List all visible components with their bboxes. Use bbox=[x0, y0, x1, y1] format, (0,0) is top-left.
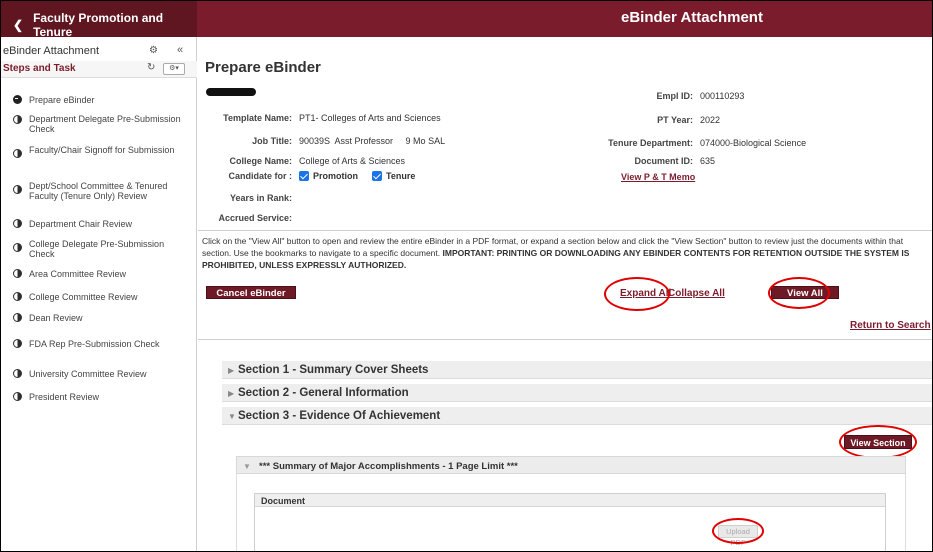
checkbox-checked-icon bbox=[372, 171, 382, 181]
divider bbox=[198, 339, 932, 340]
app-title: eBinder Attachment bbox=[621, 9, 763, 26]
divider bbox=[198, 230, 932, 231]
step-status-icon bbox=[13, 392, 22, 401]
pt-year-label: PT Year: bbox=[657, 115, 693, 125]
job-title-value: 90039S Asst Professor 9 Mo SAL bbox=[299, 136, 446, 146]
chevron-left-icon: ❮ bbox=[13, 18, 24, 32]
left-panel-header: eBinder Attachment ⚙ « bbox=[1, 43, 197, 59]
step-item[interactable]: College Delegate Pre-Submission Check bbox=[29, 239, 189, 259]
step-status-icon bbox=[13, 292, 22, 301]
redacted-name bbox=[206, 88, 256, 96]
pt-year-value: 2022 bbox=[700, 115, 721, 125]
step-item[interactable]: Faculty/Chair Signoff for Submission bbox=[29, 145, 189, 155]
annotation-circle bbox=[604, 277, 670, 311]
accrued-service-label: Accrued Service: bbox=[218, 213, 292, 223]
section-3-header[interactable]: ▼ Section 3 - Evidence Of Achievement bbox=[222, 407, 932, 425]
step-status-icon bbox=[13, 243, 22, 252]
template-name-value: PT1- Colleges of Arts and Sciences bbox=[299, 113, 441, 123]
document-id-value: 635 bbox=[700, 156, 716, 166]
step-status-icon bbox=[13, 185, 22, 194]
promotion-checkbox[interactable]: Promotion bbox=[299, 171, 358, 181]
page-title: Prepare eBinder bbox=[205, 59, 321, 76]
checkbox-checked-icon bbox=[299, 171, 309, 181]
view-memo-link[interactable]: View P & T Memo bbox=[621, 172, 695, 182]
step-item[interactable]: Dean Review bbox=[29, 313, 189, 323]
subsection-header[interactable]: ▼ *** Summary of Major Accomplishments -… bbox=[236, 456, 906, 474]
promotion-label: Promotion bbox=[313, 171, 358, 181]
step-item[interactable]: Dept/School Committee & Tenured Faculty … bbox=[29, 181, 189, 201]
back-label: Faculty Promotion and Tenure bbox=[33, 11, 164, 39]
back-button[interactable]: ❮ Faculty Promotion and Tenure bbox=[13, 11, 197, 39]
current-step-icon bbox=[13, 95, 22, 104]
job-title-label: Job Title: bbox=[252, 136, 292, 146]
step-item[interactable]: FDA Rep Pre-Submission Check bbox=[29, 339, 189, 349]
steps-title: Steps and Task bbox=[3, 63, 76, 74]
cancel-ebinder-button[interactable]: Cancel eBinder bbox=[206, 286, 296, 299]
annotation-circle bbox=[768, 277, 830, 309]
step-item[interactable]: Department Delegate Pre-Submission Check bbox=[29, 114, 189, 134]
section-title: Section 2 - General Information bbox=[238, 387, 409, 399]
collapse-panel-icon[interactable]: « bbox=[177, 44, 183, 56]
steps-header: Steps and Task ↻ ⚙▾ bbox=[1, 61, 197, 78]
section-title: Section 1 - Summary Cover Sheets bbox=[238, 364, 429, 376]
step-item[interactable]: Area Committee Review bbox=[29, 269, 189, 279]
step-item[interactable]: University Committee Review bbox=[29, 369, 189, 379]
annotation-circle bbox=[712, 518, 764, 544]
annotation-circle bbox=[839, 425, 917, 459]
collapse-all-link[interactable]: Collapse All bbox=[668, 288, 725, 299]
step-item[interactable]: President Review bbox=[29, 392, 189, 402]
step-status-icon bbox=[13, 269, 22, 278]
years-in-rank-label: Years in Rank: bbox=[229, 193, 292, 203]
instruction-notice: Click on the "View All" button to open a… bbox=[202, 235, 922, 271]
tenure-dept-label: Tenure Department: bbox=[608, 138, 693, 148]
top-header: ❮ Faculty Promotion and Tenure eBinder A… bbox=[1, 1, 932, 39]
empl-id-value: 000110293 bbox=[700, 91, 745, 101]
step-status-icon bbox=[13, 219, 22, 228]
left-panel: eBinder Attachment ⚙ « Steps and Task ↻ … bbox=[1, 37, 197, 551]
tenure-label: Tenure bbox=[386, 171, 416, 181]
step-status-icon bbox=[13, 339, 22, 348]
step-item[interactable]: College Committee Review bbox=[29, 292, 189, 302]
subsection-title: *** Summary of Major Accomplishments - 1… bbox=[259, 461, 518, 472]
collapse-arrow-icon: ▼ bbox=[228, 412, 236, 421]
tenure-dept-value: 074000-Biological Science bbox=[700, 138, 807, 148]
expand-arrow-icon: ▶ bbox=[228, 389, 235, 398]
collapse-arrow-icon: ▼ bbox=[243, 462, 251, 471]
back-region: ❮ Faculty Promotion and Tenure bbox=[1, 1, 197, 39]
college-name-value: College of Arts & Sciences bbox=[299, 156, 406, 166]
app-window: ❮ Faculty Promotion and Tenure eBinder A… bbox=[0, 0, 933, 552]
step-status-icon bbox=[13, 149, 22, 158]
gear-icon[interactable]: ⚙ bbox=[149, 45, 158, 56]
step-status-icon bbox=[13, 115, 22, 124]
empl-id-label: Empl ID: bbox=[656, 91, 693, 101]
return-to-search-link[interactable]: Return to Search bbox=[850, 320, 931, 331]
tenure-checkbox[interactable]: Tenure bbox=[372, 171, 415, 181]
college-name-label: College Name: bbox=[229, 156, 292, 166]
refresh-icon[interactable]: ↻ bbox=[147, 62, 155, 73]
step-item[interactable]: Department Chair Review bbox=[29, 219, 189, 229]
section-title: Section 3 - Evidence Of Achievement bbox=[238, 410, 441, 422]
template-name-label: Template Name: bbox=[223, 113, 292, 123]
section-2-header[interactable]: ▶ Section 2 - General Information bbox=[222, 384, 932, 402]
document-column-header: Document bbox=[261, 496, 306, 506]
document-grid: Document bbox=[254, 493, 886, 551]
document-id-label: Document ID: bbox=[634, 156, 694, 166]
expand-arrow-icon: ▶ bbox=[228, 366, 235, 375]
step-item[interactable]: Prepare eBinder bbox=[29, 95, 189, 105]
candidate-for-label: Candidate for : bbox=[228, 171, 292, 181]
left-panel-title: eBinder Attachment bbox=[3, 45, 100, 57]
step-status-icon bbox=[13, 313, 22, 322]
step-status-icon bbox=[13, 369, 22, 378]
document-grid-header: Document bbox=[255, 494, 885, 507]
section-1-header[interactable]: ▶ Section 1 - Summary Cover Sheets bbox=[222, 361, 932, 379]
main-content: Prepare eBinder Template Name: PT1- Coll… bbox=[198, 37, 932, 551]
settings-dropdown-button[interactable]: ⚙▾ bbox=[163, 63, 185, 75]
